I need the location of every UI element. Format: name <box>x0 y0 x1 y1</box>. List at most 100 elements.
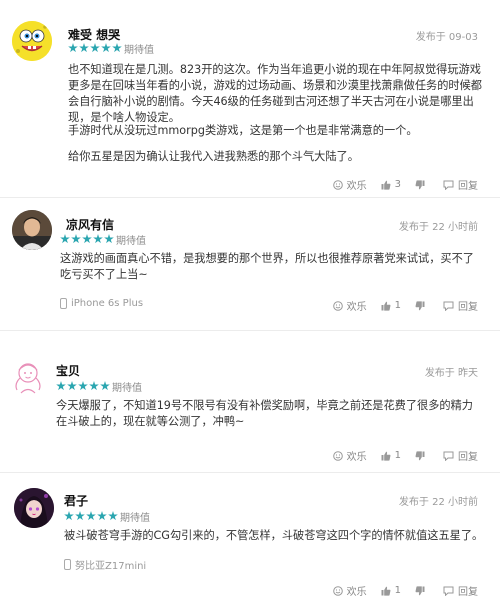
device-info: iPhone 6s Plus <box>60 298 143 309</box>
avatar[interactable] <box>14 488 54 528</box>
device-info: 努比亚Z17mini <box>64 557 146 572</box>
star-icon <box>68 43 78 53</box>
star-icon <box>90 43 100 53</box>
rating-label: 期待值 <box>120 513 150 524</box>
thumbs-up-icon <box>381 451 391 461</box>
review-text: 被斗破苍穹手游的CG勾引来的，不管怎样，斗破苍穹这四个字的情怀就值这五星了。 <box>64 529 484 542</box>
dislike-button[interactable] <box>415 450 429 461</box>
avatar[interactable] <box>12 210 52 250</box>
comment-icon <box>443 451 454 461</box>
thumbs-up-icon <box>381 301 391 311</box>
device-name: iPhone 6s Plus <box>71 298 144 309</box>
review-text: 手游时代从没玩过mmorpg类游戏，这是第一个也是非常满意的一个。 <box>68 124 418 137</box>
star-icon <box>101 43 111 53</box>
review-card: 宝贝 期待值 发布于 昨天 今天爆服了，不知道19号不限号有没有补偿奖励啊，毕竟… <box>0 331 500 471</box>
like-count: 3 <box>394 179 401 190</box>
reply-button[interactable]: 回复 <box>443 448 478 463</box>
reply-button[interactable]: 回复 <box>443 177 478 192</box>
dislike-button[interactable] <box>415 179 429 190</box>
like-button[interactable]: 1 <box>381 585 401 596</box>
happy-label: 欢乐 <box>346 587 367 598</box>
like-count: 1 <box>394 585 401 596</box>
star-icon <box>71 234 81 244</box>
star-icon <box>82 234 92 244</box>
happy-face-icon <box>332 585 343 596</box>
anime-character-avatar-icon <box>14 488 54 528</box>
review-card: 凉风有信 期待值 发布于 22 小时前 这游戏的画面真心不错，是我想要的那个世界… <box>0 198 500 318</box>
star-rating <box>64 511 118 521</box>
review-actions: 欢乐 1 回复 <box>332 448 478 463</box>
avatar[interactable] <box>8 358 48 398</box>
like-count: 1 <box>394 450 401 461</box>
thumbs-down-icon <box>415 585 425 595</box>
device-name: 努比亚Z17mini <box>75 561 147 572</box>
avatar[interactable] <box>12 21 52 61</box>
post-time: 发布于 22 小时前 <box>398 497 478 508</box>
star-icon <box>78 381 88 391</box>
reply-button[interactable]: 回复 <box>443 298 478 313</box>
thumbs-up-icon <box>381 180 391 190</box>
reply-label: 回复 <box>458 452 478 463</box>
reply-label: 回复 <box>458 587 478 598</box>
rating-label: 期待值 <box>112 383 142 394</box>
post-time: 发布于 昨天 <box>424 368 478 379</box>
post-time: 发布于 22 小时前 <box>398 222 478 233</box>
dislike-button[interactable] <box>415 300 429 311</box>
review-actions: 欢乐 1 回复 <box>332 298 478 313</box>
comment-icon <box>443 180 454 190</box>
rating-label: 期待值 <box>124 45 154 56</box>
star-icon <box>97 511 107 521</box>
happy-button[interactable]: 欢乐 <box>332 177 367 192</box>
review-text: 今天爆服了，不知道19号不限号有没有补偿奖励啊，毕竟之前还是花费了很多的精力在斗… <box>56 399 473 428</box>
spongebob-avatar-icon <box>12 21 52 61</box>
like-button[interactable]: 1 <box>381 450 401 461</box>
review-text: 也不知道现在是几测。823开的这次。作为当年追更小说的现在中年阿叔觉得玩游戏更多… <box>68 63 482 124</box>
username[interactable]: 君子 <box>64 492 88 509</box>
reply-button[interactable]: 回复 <box>443 583 478 598</box>
happy-face-icon <box>332 450 343 461</box>
like-button[interactable]: 1 <box>381 300 401 311</box>
star-rating <box>68 43 122 53</box>
thumbs-down-icon <box>415 450 425 460</box>
happy-button[interactable]: 欢乐 <box>332 583 367 598</box>
username[interactable]: 难受 想哭 <box>68 26 120 43</box>
happy-face-icon <box>332 300 343 311</box>
review-card: 难受 想哭 期待值 发布于 09-03 也不知道现在是几测。823开的这次。作为… <box>0 0 500 192</box>
rating-label: 期待值 <box>116 236 146 247</box>
star-icon <box>79 43 89 53</box>
review-actions: 欢乐 1 回复 <box>332 583 478 598</box>
happy-label: 欢乐 <box>346 452 367 463</box>
phone-icon <box>64 559 71 570</box>
review-text: 这游戏的画面真心不错，是我想要的那个世界，所以也很推荐原著党来试试，买不了吃亏买… <box>60 252 474 281</box>
happy-label: 欢乐 <box>346 302 367 313</box>
like-count: 1 <box>394 300 401 311</box>
reply-label: 回复 <box>458 181 478 192</box>
star-icon <box>64 511 74 521</box>
star-icon <box>75 511 85 521</box>
sketch-girl-avatar-icon <box>8 358 48 398</box>
star-icon <box>67 381 77 391</box>
comment-icon <box>443 586 454 596</box>
happy-label: 欢乐 <box>346 181 367 192</box>
thumbs-down-icon <box>415 300 425 310</box>
like-button[interactable]: 3 <box>381 179 401 190</box>
username[interactable]: 宝贝 <box>56 362 80 379</box>
user-photo-icon <box>12 210 52 250</box>
review-actions: 欢乐 3 回复 <box>332 177 478 192</box>
star-icon <box>108 511 118 521</box>
review-card: 君子 期待值 发布于 22 小时前 被斗破苍穹手游的CG勾引来的，不管怎样，斗破… <box>0 473 500 600</box>
dislike-button[interactable] <box>415 585 429 596</box>
star-icon <box>60 234 70 244</box>
star-icon <box>56 381 66 391</box>
username[interactable]: 凉风有信 <box>66 216 114 233</box>
happy-button[interactable]: 欢乐 <box>332 298 367 313</box>
happy-face-icon <box>332 179 343 190</box>
reply-label: 回复 <box>458 302 478 313</box>
thumbs-up-icon <box>381 586 391 596</box>
star-rating <box>60 234 114 244</box>
comment-icon <box>443 301 454 311</box>
star-rating <box>56 381 110 391</box>
phone-icon <box>60 298 67 309</box>
happy-button[interactable]: 欢乐 <box>332 448 367 463</box>
star-icon <box>104 234 114 244</box>
